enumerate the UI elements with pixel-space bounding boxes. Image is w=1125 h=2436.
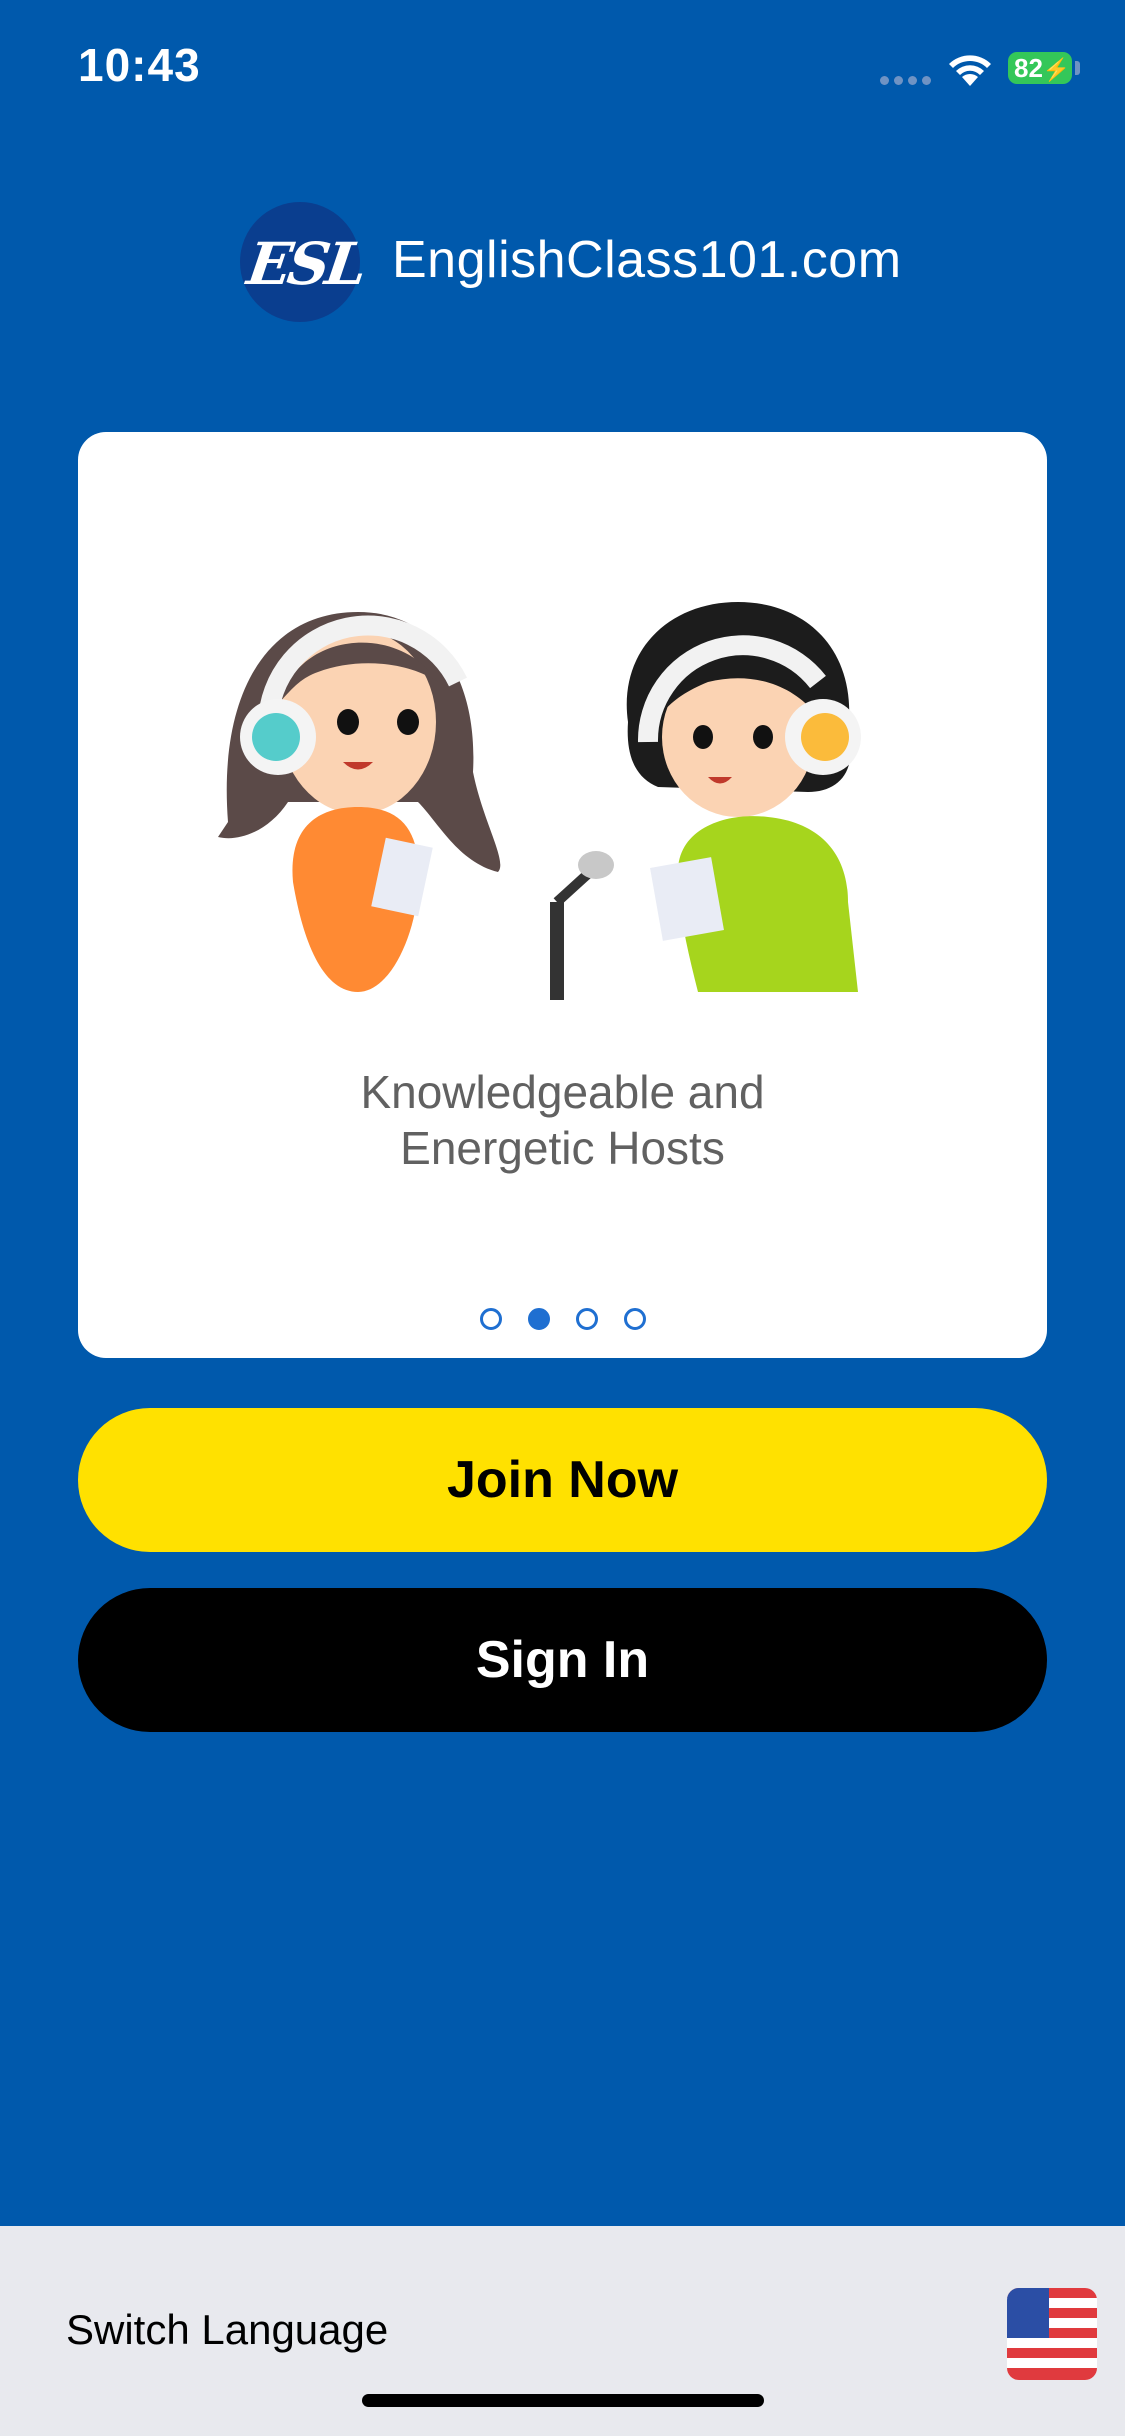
male-host-figure: [626, 602, 861, 992]
microphone-icon: [550, 851, 614, 1000]
brand-name: EnglishClass101.com: [392, 231, 902, 289]
sign-in-button[interactable]: Sign In: [78, 1588, 1047, 1732]
battery-icon: 82⚡: [1008, 52, 1072, 84]
page-dot-4[interactable]: [623, 1308, 646, 1330]
carousel-caption-text: Knowledgeable and Energetic Hosts: [360, 1066, 765, 1174]
status-bar: 10:43 82⚡: [0, 0, 1125, 140]
page-dot-1[interactable]: [479, 1308, 502, 1330]
join-now-button[interactable]: Join Now: [78, 1408, 1047, 1552]
logo-mark: ESL: [243, 230, 368, 298]
carousel-caption: Knowledgeable and Energetic Hosts: [78, 1064, 1047, 1176]
status-time: 10:43: [78, 39, 201, 91]
us-flag-icon[interactable]: [1007, 2288, 1097, 2380]
battery-tip: [1075, 61, 1080, 75]
switch-language-label[interactable]: Switch Language: [66, 2306, 388, 2354]
carousel-page-indicator[interactable]: [78, 1308, 1047, 1330]
page-dot-2[interactable]: [527, 1308, 550, 1330]
onboarding-carousel-card[interactable]: Knowledgeable and Energetic Hosts: [78, 432, 1047, 1358]
page-dot-3[interactable]: [575, 1308, 598, 1330]
brand-logo: ESL EnglishClass101.com: [240, 200, 901, 325]
female-host-figure: [218, 612, 501, 992]
battery-level: 82: [1014, 53, 1043, 83]
home-indicator: [362, 2394, 764, 2407]
hosts-illustration: [218, 602, 861, 1000]
cellular-signal-icon: [880, 72, 936, 90]
wifi-icon: [949, 55, 991, 86]
